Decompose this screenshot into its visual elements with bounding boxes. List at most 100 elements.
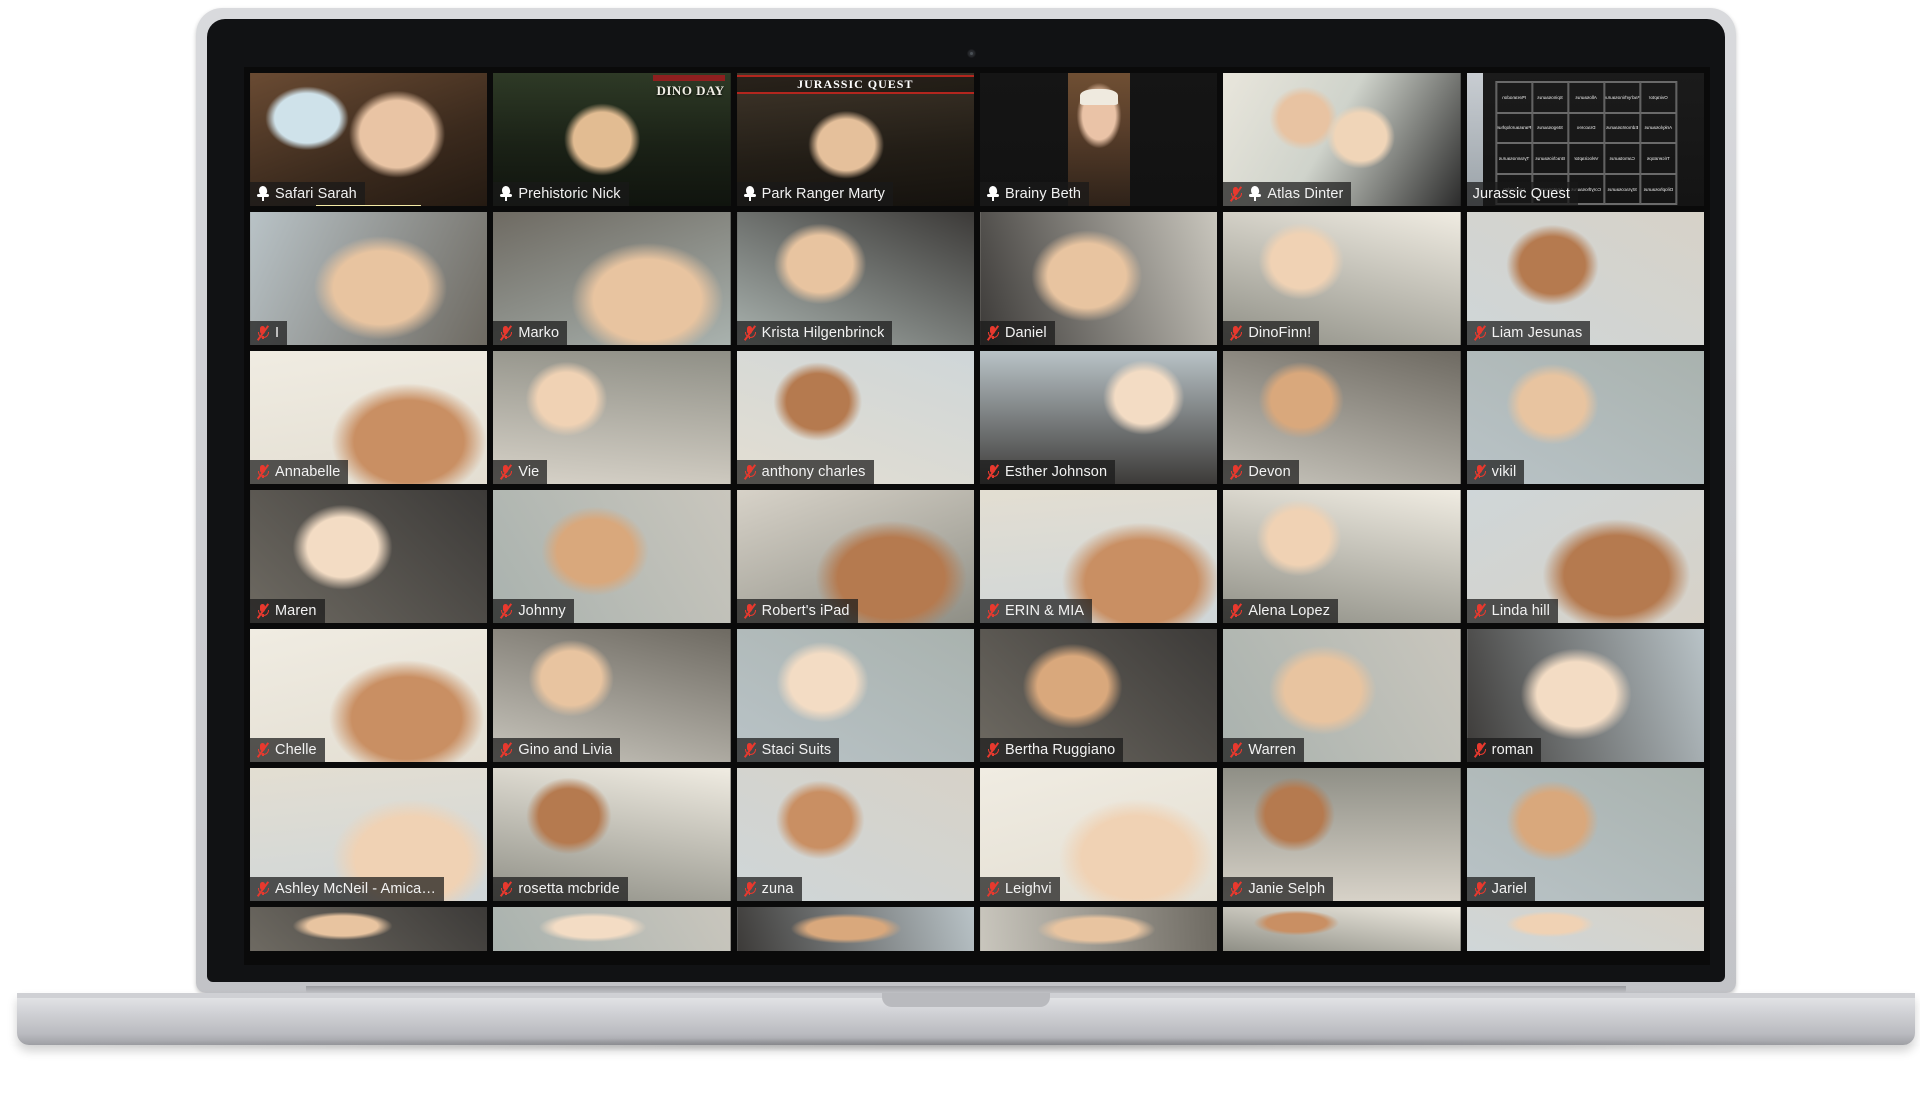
participant-tile[interactable]: [979, 907, 1218, 951]
dino-day-banner-rule: [652, 75, 725, 81]
pin-icon[interactable]: [986, 185, 1000, 202]
participant-tile[interactable]: Daniel: [979, 212, 1218, 345]
participant-tile[interactable]: [1466, 907, 1704, 951]
participant-name-bar: Vie: [493, 460, 548, 484]
mic-muted-icon[interactable]: [1229, 603, 1243, 619]
mic-muted-icon[interactable]: [499, 881, 513, 897]
mic-muted-icon[interactable]: [1473, 881, 1487, 897]
participant-tile[interactable]: Staci Suits: [736, 629, 974, 762]
participant-tile[interactable]: [493, 907, 731, 951]
pin-icon[interactable]: [1248, 185, 1262, 202]
participant-tile[interactable]: Oviraptor Pachyrhinosaurus Allosaurus Spino…: [1466, 73, 1704, 206]
participant-name: Alena Lopez: [1248, 603, 1331, 619]
participant-name-bar: Daniel: [979, 321, 1055, 345]
participant-tile[interactable]: Robert's iPad: [736, 490, 974, 623]
participant-tile[interactable]: Chelle: [250, 629, 488, 762]
mic-muted-icon[interactable]: [499, 603, 513, 619]
participant-tile[interactable]: I: [250, 212, 488, 345]
mic-muted-icon[interactable]: [256, 325, 270, 341]
participant-tile[interactable]: vikil: [1466, 351, 1704, 484]
participant-tile[interactable]: Warren: [1223, 629, 1461, 762]
mic-muted-icon[interactable]: [1473, 603, 1487, 619]
participant-tile[interactable]: Maren: [250, 490, 488, 623]
mic-muted-icon[interactable]: [743, 603, 757, 619]
mic-muted-icon[interactable]: [743, 881, 757, 897]
participant-tile[interactable]: Devon: [1223, 351, 1461, 484]
mic-muted-icon[interactable]: [986, 603, 1000, 619]
participant-tile[interactable]: ERIN & MIA: [979, 490, 1218, 623]
participant-name: Atlas Dinter: [1267, 186, 1344, 202]
mic-muted-icon[interactable]: [1229, 742, 1243, 758]
participant-tile[interactable]: DINO DAY Prehistoric Nick: [493, 73, 731, 206]
participant-tile[interactable]: Linda hill: [1466, 490, 1704, 623]
participant-name-bar: Esther Johnson: [979, 460, 1116, 484]
participant-tile[interactable]: Annabelle: [250, 351, 488, 484]
participant-video: [1223, 907, 1461, 951]
participant-tile[interactable]: Janie Selph: [1223, 768, 1461, 901]
zoom-gallery-view: Safari Sarah DINO DAY Prehistoric Nick JURA…: [244, 67, 1710, 965]
participant-name: Chelle: [275, 742, 317, 758]
participant-tile[interactable]: [250, 907, 488, 951]
mic-muted-icon[interactable]: [1229, 325, 1243, 341]
pin-icon[interactable]: [743, 185, 757, 202]
mic-muted-icon[interactable]: [1229, 881, 1243, 897]
bingo-cell: Dracorex: [1568, 112, 1605, 144]
pin-icon[interactable]: [256, 185, 270, 202]
mic-muted-icon[interactable]: [1229, 186, 1243, 202]
mic-muted-icon[interactable]: [499, 464, 513, 480]
mic-muted-icon[interactable]: [256, 881, 270, 897]
participant-name: Marko: [518, 325, 560, 341]
mic-muted-icon[interactable]: [256, 603, 270, 619]
participant-name-bar: Warren: [1223, 738, 1304, 762]
participant-tile[interactable]: Bertha Ruggiano: [979, 629, 1218, 762]
mic-muted-icon[interactable]: [743, 325, 757, 341]
participant-tile[interactable]: Alena Lopez: [1223, 490, 1461, 623]
participant-tile[interactable]: Liam Jesunas: [1466, 212, 1704, 345]
participant-name: Safari Sarah: [275, 186, 357, 202]
participant-name: Jurassic Quest: [1472, 186, 1570, 202]
participant-tile[interactable]: rosetta mcbride: [493, 768, 731, 901]
participant-tile[interactable]: Brainy Beth: [979, 73, 1218, 206]
participant-tile[interactable]: Marko: [493, 212, 731, 345]
participant-tile[interactable]: Krista Hilgenbrinck: [736, 212, 974, 345]
mic-muted-icon[interactable]: [743, 742, 757, 758]
participant-tile[interactable]: [736, 907, 974, 951]
participant-video: [250, 907, 488, 951]
participant-tile[interactable]: Gino and Livia: [493, 629, 731, 762]
participant-tile[interactable]: DinoFinn!: [1223, 212, 1461, 345]
laptop-base-notch: [882, 993, 1050, 1007]
mic-muted-icon[interactable]: [499, 325, 513, 341]
mic-muted-icon[interactable]: [986, 464, 1000, 480]
mic-muted-icon[interactable]: [986, 742, 1000, 758]
mic-muted-icon[interactable]: [986, 325, 1000, 341]
participant-name-bar: Staci Suits: [736, 738, 840, 762]
participant-tile[interactable]: Vie: [493, 351, 731, 484]
laptop-lid: Safari Sarah DINO DAY Prehistoric Nick JURA…: [196, 8, 1736, 993]
participant-name: Robert's iPad: [761, 603, 850, 619]
participant-tile[interactable]: Leighvi: [979, 768, 1218, 901]
mic-muted-icon[interactable]: [986, 881, 1000, 897]
participant-tile[interactable]: Jariel: [1466, 768, 1704, 901]
bingo-cell: Spinosaurus: [1532, 81, 1569, 113]
mic-muted-icon[interactable]: [1473, 742, 1487, 758]
participant-tile[interactable]: JURASSIC QUEST Park Ranger Marty: [736, 73, 974, 206]
participant-tile[interactable]: Ashley McNeil - Amica…: [250, 768, 488, 901]
participant-tile[interactable]: Atlas Dinter: [1223, 73, 1461, 206]
participant-name: Brainy Beth: [1004, 186, 1082, 202]
pin-icon[interactable]: [499, 185, 513, 202]
participant-tile[interactable]: Johnny: [493, 490, 731, 623]
participant-tile[interactable]: Esther Johnson: [979, 351, 1218, 484]
participant-tile[interactable]: [1223, 907, 1461, 951]
mic-muted-icon[interactable]: [1473, 464, 1487, 480]
mic-muted-icon[interactable]: [1473, 325, 1487, 341]
mic-muted-icon[interactable]: [743, 464, 757, 480]
participant-name: Park Ranger Marty: [761, 186, 886, 202]
participant-tile[interactable]: Safari Sarah: [250, 73, 488, 206]
mic-muted-icon[interactable]: [256, 742, 270, 758]
participant-tile[interactable]: zuna: [736, 768, 974, 901]
mic-muted-icon[interactable]: [1229, 464, 1243, 480]
participant-tile[interactable]: roman: [1466, 629, 1704, 762]
mic-muted-icon[interactable]: [256, 464, 270, 480]
mic-muted-icon[interactable]: [499, 742, 513, 758]
participant-tile[interactable]: anthony charles: [736, 351, 974, 484]
